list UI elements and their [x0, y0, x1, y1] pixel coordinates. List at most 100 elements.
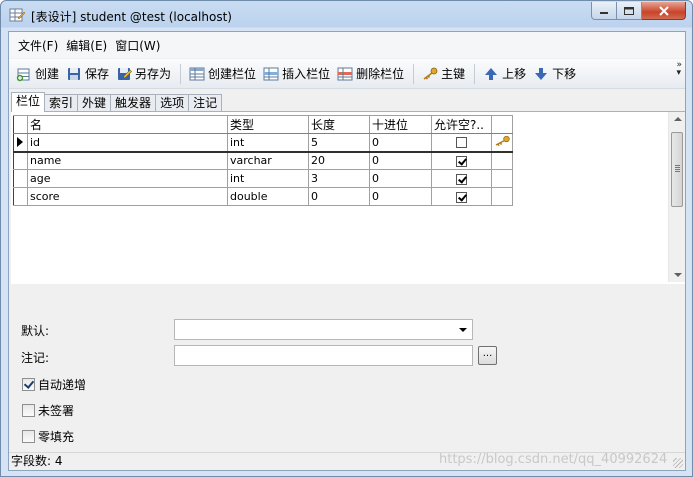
menu-edit[interactable]: 编辑(E) — [62, 37, 111, 54]
maximize-icon — [624, 6, 634, 15]
cell-key[interactable] — [491, 187, 513, 206]
toolbar-separator — [180, 63, 182, 84]
fields-panel: 名 类型 长度 十进位 允许空?.. id int 5 0 name varch… — [11, 112, 685, 450]
toolbar-overflow-chevron-icon[interactable]: » ▾ — [676, 61, 682, 78]
cell-decimals[interactable]: 0 — [369, 169, 432, 188]
scroll-up-icon[interactable] — [674, 117, 682, 121]
insert-field-label: 插入栏位 — [282, 67, 331, 81]
save-icon — [68, 67, 81, 80]
column-header-decimals[interactable]: 十进位 — [369, 115, 432, 134]
primary-key-button[interactable]: 主键 — [419, 62, 468, 86]
comment-ellipsis-button[interactable]: ... — [478, 346, 497, 365]
menu-bar: 文件(F) 编辑(E) 窗口(W) — [9, 32, 685, 58]
row-selector[interactable] — [13, 169, 28, 188]
cell-type[interactable]: int — [227, 133, 309, 153]
client-area: 文件(F) 编辑(E) 窗口(W) 创建 保存 另存为 创建栏位 插入栏位 删除… — [8, 31, 686, 471]
cell-key[interactable] — [491, 133, 513, 153]
create-field-label: 创建栏位 — [208, 67, 257, 81]
tab-triggers[interactable]: 触发器 — [110, 94, 157, 112]
close-button[interactable] — [642, 2, 686, 20]
tab-options[interactable]: 选项 — [155, 94, 190, 112]
menu-window[interactable]: 窗口(W) — [111, 37, 164, 54]
table-row[interactable]: id int 5 0 — [13, 133, 513, 153]
allow-null-checkbox[interactable] — [456, 173, 467, 185]
column-header-key — [491, 115, 513, 134]
minimize-icon — [600, 11, 608, 14]
create-label: 创建 — [35, 67, 60, 81]
create-button[interactable]: 创建 — [13, 62, 62, 86]
scrollbar-thumb[interactable] — [671, 132, 683, 207]
grip-icon — [675, 165, 680, 166]
allow-null-checkbox[interactable] — [456, 137, 467, 149]
cell-name[interactable]: age — [27, 169, 228, 188]
cell-allow-null[interactable] — [431, 133, 492, 153]
cell-length[interactable]: 0 — [308, 187, 370, 206]
cell-length[interactable]: 3 — [308, 169, 370, 188]
primary-key-label: 主键 — [441, 67, 466, 81]
cell-allow-null[interactable] — [431, 169, 492, 188]
row-selector[interactable] — [13, 151, 28, 170]
cell-decimals[interactable]: 0 — [369, 133, 432, 153]
comment-input[interactable] — [174, 345, 473, 366]
cell-key[interactable] — [491, 151, 513, 170]
table-row[interactable]: name varchar 20 0 — [13, 151, 513, 170]
allow-null-checkbox[interactable] — [456, 191, 467, 203]
cell-name[interactable]: name — [27, 151, 228, 170]
cell-name[interactable]: score — [27, 187, 228, 206]
delete-field-button[interactable]: 删除栏位 — [334, 62, 407, 86]
row-selector[interactable] — [13, 187, 28, 206]
title-bar[interactable]: [表设计] student @test (localhost) — [1, 1, 692, 31]
cell-key[interactable] — [491, 169, 513, 188]
save-as-button[interactable]: 另存为 — [113, 62, 174, 86]
column-header-length[interactable]: 长度 — [308, 115, 370, 134]
tab-comment[interactable]: 注记 — [188, 94, 223, 112]
auto-increment-checkbox[interactable] — [22, 378, 35, 391]
column-header-type[interactable]: 类型 — [227, 115, 309, 134]
cell-name[interactable]: id — [27, 133, 228, 153]
cell-allow-null[interactable] — [431, 187, 492, 206]
default-label: 默认: — [21, 324, 50, 338]
cell-allow-null[interactable] — [431, 151, 492, 170]
dropdown-arrow-icon[interactable] — [459, 328, 467, 332]
zerofill-option[interactable]: 零填充 — [22, 428, 74, 445]
arrow-up-icon — [485, 67, 498, 80]
cell-length[interactable]: 5 — [308, 133, 370, 153]
insert-field-button[interactable]: 插入栏位 — [260, 62, 333, 86]
column-header-allow-null[interactable]: 允许空?.. — [431, 115, 492, 134]
create-field-icon — [189, 67, 205, 80]
column-header-name[interactable]: 名 — [27, 115, 228, 134]
tab-indexes[interactable]: 索引 — [44, 94, 79, 112]
scroll-down-icon[interactable] — [674, 273, 682, 277]
tab-fields[interactable]: 栏位 — [11, 92, 46, 112]
tab-foreign-keys[interactable]: 外键 — [77, 94, 112, 112]
menu-file[interactable]: 文件(F) — [14, 37, 62, 54]
cell-length[interactable]: 20 — [308, 151, 370, 170]
table-row[interactable]: age int 3 0 — [13, 169, 513, 188]
maximize-button[interactable] — [617, 2, 642, 20]
unsigned-option[interactable]: 未签署 — [22, 402, 74, 419]
unsigned-checkbox[interactable] — [22, 404, 35, 417]
row-selector[interactable] — [13, 133, 28, 153]
cell-decimals[interactable]: 0 — [369, 187, 432, 206]
auto-increment-option[interactable]: 自动递增 — [22, 376, 86, 393]
create-field-button[interactable]: 创建栏位 — [186, 62, 259, 86]
auto-increment-label: 自动递增 — [38, 378, 87, 392]
toolbar-separator — [474, 63, 476, 84]
move-down-button[interactable]: 下移 — [530, 62, 579, 86]
save-button[interactable]: 保存 — [63, 62, 112, 86]
minimize-button[interactable] — [591, 2, 617, 20]
cell-type[interactable]: int — [227, 169, 309, 188]
comment-label: 注记: — [21, 351, 50, 365]
grid-header-row: 名 类型 长度 十进位 允许空?.. — [13, 115, 513, 134]
table-row[interactable]: score double 0 0 — [13, 187, 513, 206]
cell-type[interactable]: double — [227, 187, 309, 206]
allow-null-checkbox[interactable] — [456, 155, 467, 167]
grid-vertical-scrollbar[interactable] — [668, 112, 685, 282]
cell-decimals[interactable]: 0 — [369, 151, 432, 170]
move-up-button[interactable]: 上移 — [480, 62, 529, 86]
table-design-icon — [9, 8, 25, 22]
zerofill-checkbox[interactable] — [22, 430, 35, 443]
new-table-icon — [16, 68, 30, 81]
default-value-select[interactable] — [174, 319, 473, 340]
cell-type[interactable]: varchar — [227, 151, 309, 170]
